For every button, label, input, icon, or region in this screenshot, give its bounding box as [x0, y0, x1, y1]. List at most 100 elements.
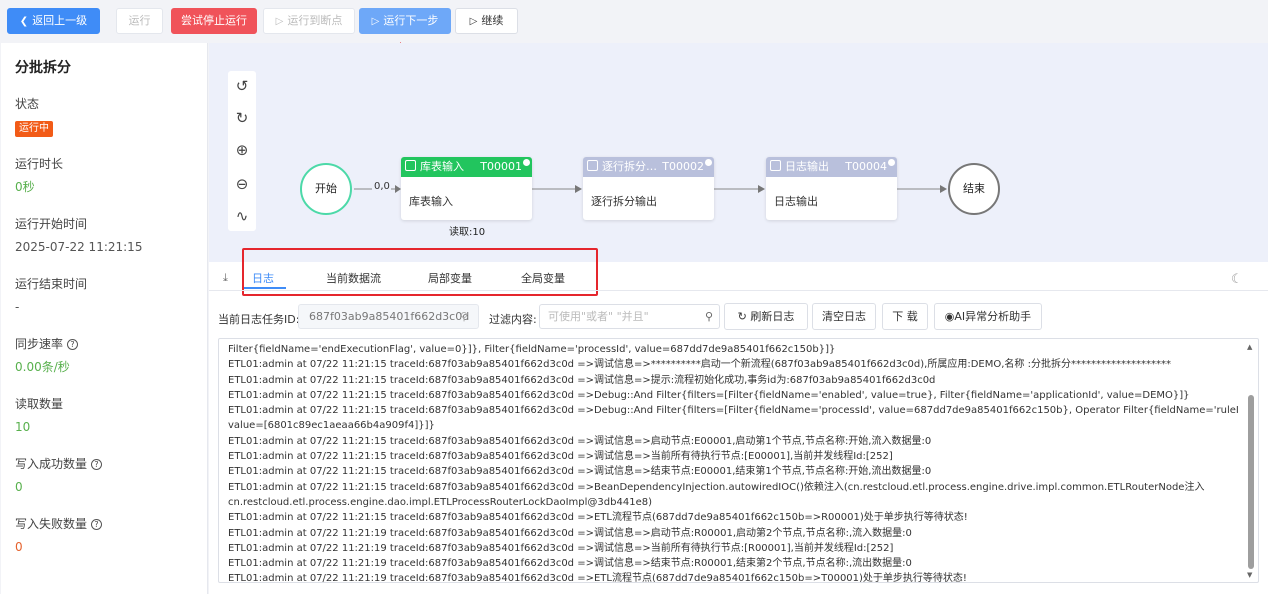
filter-input[interactable]: 可使用"或者" "并且" ⚲ [539, 304, 720, 329]
scroll-down-icon[interactable]: ▼ [1247, 571, 1252, 579]
search-icon: ⚲ [459, 310, 468, 323]
play-circle-icon: ▷ [469, 16, 478, 27]
ai-analysis-button[interactable]: ◉AI异常分析助手 [934, 303, 1042, 330]
stat-value: - [15, 300, 20, 314]
stat-label: 运行时长 [15, 157, 64, 171]
node-body: 日志输出 [774, 195, 818, 208]
log-line: ETL01:admin at 07/22 11:21:19 traceId:68… [228, 527, 912, 539]
refresh-icon: ↻ [737, 310, 751, 323]
stat-label: 读取数量 [15, 397, 64, 411]
edge-arrow [575, 185, 582, 193]
edge-arrow [940, 185, 947, 193]
table-input-icon [405, 160, 416, 171]
log-line: ETL01:admin at 07/22 11:21:19 traceId:68… [228, 558, 912, 570]
run-to-breakpoint-label: 运行到断点 [287, 14, 343, 27]
log-line: ETL01:admin at 07/22 11:21:15 traceId:68… [228, 512, 968, 524]
chevron-left-icon: ❮ [19, 16, 29, 27]
edge-label: 0,0 [373, 181, 391, 192]
search-icon[interactable]: ⚲ [705, 305, 713, 328]
download-log-label: 下 载 [892, 310, 918, 323]
node-table-input[interactable]: 库表输入 T00001 库表输入 [401, 157, 532, 220]
task-id-input[interactable]: 687f03ab9a85401f662d3c0d ⚲ [298, 304, 479, 329]
scroll-up-icon[interactable]: ▲ [1247, 343, 1252, 351]
node-header: 库表输入 T00001 [401, 157, 532, 177]
scrollbar-thumb[interactable] [1248, 395, 1254, 569]
node-name: 逐行拆分… [602, 160, 657, 173]
toolbar: ❮ 返回上一级 运行 尝试停止运行 ▷ 运行到断点 ▷ 运行下一步 ▷ 继续 [0, 0, 1268, 42]
log-icon [770, 160, 781, 171]
node-code: T00004 [845, 160, 887, 173]
back-label: 返回上一级 [32, 14, 88, 27]
read-count-label: 读取:10 [449, 227, 486, 238]
download-log-button[interactable]: 下 载 [882, 303, 928, 330]
log-panel: ⤓ 日志 当前数据流 局部变量 全局变量 ☾ 当前日志任务ID: 687f03a… [209, 248, 1268, 594]
stat-start-time: 运行开始时间 2025-07-22 11:21:15 [15, 214, 193, 264]
stat-read-count: 读取数量 10 [15, 394, 193, 444]
run-next-step-button[interactable]: ▷ 运行下一步 [359, 8, 451, 34]
node-status-dot [523, 159, 530, 166]
continue-label: 继续 [481, 14, 504, 27]
stat-end-time: 运行结束时间 - [15, 274, 193, 324]
filter-label: 过滤内容: [489, 313, 537, 326]
node-log-output[interactable]: 日志输出 T00004 日志输出 [766, 157, 897, 220]
help-icon[interactable]: ? [91, 459, 103, 470]
stat-label: 写入失败数量 [15, 517, 88, 531]
clear-log-button[interactable]: 清空日志 [812, 303, 876, 330]
play-circle-icon: ▷ [371, 16, 380, 27]
end-node[interactable]: 结束 [948, 163, 1000, 215]
log-line: ETL01:admin at 07/22 11:21:19 traceId:68… [228, 542, 894, 554]
run-to-breakpoint-button[interactable]: ▷ 运行到断点 [263, 8, 355, 34]
log-line: Filter{fieldName='endExecutionFlag', val… [228, 344, 836, 355]
help-icon[interactable]: ? [67, 339, 79, 350]
node-code: T00001 [480, 160, 522, 173]
log-lines: Filter{fieldName='endExecutionFlag', val… [228, 342, 1238, 583]
help-icon[interactable]: ? [91, 519, 103, 530]
stat-write-success: 写入成功数量? 0 [15, 454, 193, 504]
log-line: ETL01:admin at 07/22 11:21:15 traceId:68… [228, 405, 1238, 417]
stat-write-fail: 写入失败数量? 0 [15, 514, 193, 564]
start-node[interactable]: 开始 [300, 163, 352, 215]
task-id-value: 687f03ab9a85401f662d3c0d [309, 310, 470, 323]
log-line: ETL01:admin at 07/22 11:21:19 traceId:68… [228, 573, 967, 583]
log-line: ETL01:admin at 07/22 11:21:15 traceId:68… [228, 374, 936, 386]
node-status-dot [705, 159, 712, 166]
log-line: ETL01:admin at 07/22 11:21:15 traceId:68… [228, 389, 1190, 401]
log-line: ETL01:admin at 07/22 11:21:15 traceId:68… [228, 435, 932, 447]
scrollbar[interactable]: ▲ ▼ [1246, 343, 1256, 579]
log-output[interactable]: Filter{fieldName='endExecutionFlag', val… [218, 338, 1259, 583]
clear-log-label: 清空日志 [822, 310, 866, 323]
flow-edges [354, 185, 947, 193]
continue-button[interactable]: ▷ 继续 [455, 8, 518, 34]
stat-value: 0 [15, 480, 23, 494]
node-body: 逐行拆分输出 [591, 195, 657, 208]
split-icon [587, 160, 598, 171]
stat-duration: 运行时长 0秒 [15, 154, 193, 204]
log-line: ETL01:admin at 07/22 11:21:15 traceId:68… [228, 451, 893, 463]
node-header: 逐行拆分… T00002 [583, 157, 714, 177]
moon-icon[interactable]: ☾ [1231, 272, 1243, 287]
process-title: 分批拆分 [15, 60, 71, 76]
stop-button[interactable]: 尝试停止运行 [171, 8, 257, 34]
ai-analysis-label: AI异常分析助手 [954, 310, 1032, 323]
log-line: value=[6801c89ec1aeaa66b4a909f4]}]} [228, 420, 435, 432]
node-row-split[interactable]: 逐行拆分… T00002 逐行拆分输出 [583, 157, 714, 220]
refresh-log-button[interactable]: ↻ 刷新日志 [724, 303, 808, 330]
node-header: 日志输出 T00004 [766, 157, 897, 177]
run-label: 运行 [128, 14, 151, 27]
run-button[interactable]: 运行 [116, 8, 163, 34]
ai-icon: ◉ [944, 310, 955, 323]
run-next-step-label: 运行下一步 [383, 14, 439, 27]
tab-divider [209, 290, 1268, 291]
node-status-dot [888, 159, 895, 166]
edge-arrow [758, 185, 765, 193]
status-badge: 运行中 [15, 121, 53, 137]
stat-label: 状态 [15, 97, 40, 111]
filter-placeholder: 可使用"或者" "并且" [548, 310, 649, 323]
task-id-label: 当前日志任务ID: [218, 313, 300, 326]
back-button[interactable]: ❮ 返回上一级 [7, 8, 100, 34]
download-icon[interactable]: ⤓ [223, 271, 228, 285]
stat-value: 10 [15, 420, 31, 434]
annotation-highlight-box [242, 248, 598, 296]
flow-canvas[interactable]: ↺ ↻ ⊕ ⊖ ∿ 开始 0,0 库表输入 T00001 库表输入 读取:10 逐… [209, 43, 1268, 262]
stat-value: 2025-07-22 11:21:15 [15, 240, 143, 254]
